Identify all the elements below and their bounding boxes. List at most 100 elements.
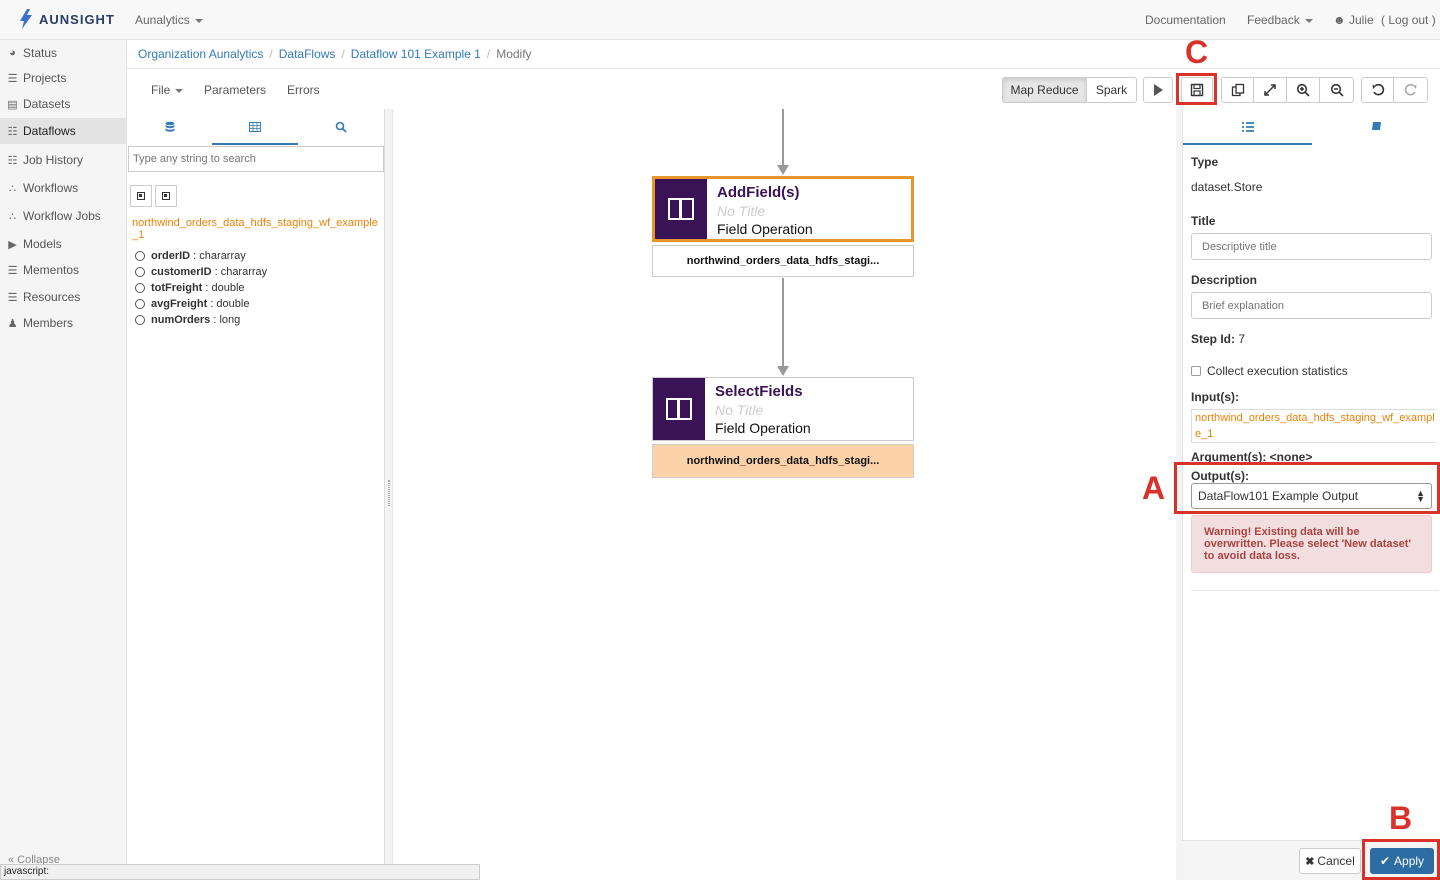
sidebar-item-members[interactable]: ♟ Members: [0, 310, 127, 336]
database-icon: [165, 121, 174, 132]
sidebar-item-status[interactable]: ◕ Status: [0, 40, 127, 66]
redo-button[interactable]: [1393, 77, 1428, 103]
title-input[interactable]: [1191, 233, 1432, 260]
tab-search[interactable]: [298, 109, 383, 145]
user-icon: ☻: [1333, 13, 1346, 27]
top-navbar: AUNSIGHT Aunalytics Documentation Feedba…: [0, 0, 1440, 40]
radio-icon[interactable]: [135, 283, 145, 293]
collapse-icon: [162, 192, 170, 200]
expand-all-button[interactable]: [130, 185, 152, 207]
active-tab-indicator: [212, 143, 298, 145]
node-title: AddField(s): [717, 184, 800, 201]
run-button[interactable]: [1143, 77, 1173, 103]
radio-icon[interactable]: [135, 267, 145, 277]
list-icon: [1241, 121, 1254, 132]
annotation-label-c: C: [1185, 34, 1209, 70]
field-operation-icon: [655, 179, 707, 239]
node-addfields[interactable]: AddField(s) No Title Field Operation: [652, 176, 914, 242]
sidebar-item-dataflows[interactable]: ☷ Dataflows: [0, 118, 127, 144]
users-icon: ♟: [7, 317, 18, 330]
tab-properties[interactable]: [1183, 109, 1312, 144]
breadcrumb-org[interactable]: Organization Aunalytics: [138, 47, 263, 61]
logo-icon: [20, 9, 32, 29]
play-icon: [1154, 84, 1163, 96]
copy-button[interactable]: [1221, 77, 1254, 103]
field-row[interactable]: numOrders : long: [135, 314, 240, 326]
list-icon: ☰: [7, 264, 18, 277]
breadcrumb-dataflows[interactable]: DataFlows: [279, 47, 336, 61]
tab-docs[interactable]: [1312, 109, 1440, 144]
arrow-head-icon: [777, 366, 789, 376]
tab-datasets[interactable]: [127, 109, 212, 145]
node-title: SelectFields: [715, 383, 803, 400]
sidebar-item-workflows[interactable]: ∴ Workflows: [0, 175, 127, 201]
spark-button[interactable]: Spark: [1086, 77, 1137, 103]
sidebar-item-mementos[interactable]: ☰ Mementos: [0, 257, 127, 283]
file-menu[interactable]: File: [151, 83, 184, 97]
annotation-box-b: [1362, 839, 1440, 880]
map-reduce-button[interactable]: Map Reduce: [1002, 77, 1087, 103]
sidebar-item-job-history[interactable]: ☷ Job History: [0, 147, 127, 173]
dataflow-canvas[interactable]: AddField(s) No Title Field Operation nor…: [394, 109, 1175, 880]
chevron-down-icon: [194, 18, 203, 23]
errors-tab[interactable]: Errors: [287, 83, 320, 97]
file-icon: ▤: [7, 98, 18, 111]
node-output-label[interactable]: northwind_orders_data_hdfs_stagi...: [652, 245, 914, 277]
sidebar-item-datasets[interactable]: ▤ Datasets: [0, 91, 127, 117]
breadcrumb: Organization Aunalytics / DataFlows / Data…: [138, 47, 532, 61]
node-subtitle: No Title: [717, 203, 766, 219]
feedback-menu[interactable]: Feedback: [1247, 13, 1313, 27]
fit-view-button[interactable]: [1253, 77, 1287, 103]
field-row[interactable]: orderID : chararray: [135, 250, 246, 262]
input-dataset-link[interactable]: northwind_orders_data_hdfs_staging_wf_ex…: [1191, 409, 1436, 443]
tab-schema[interactable]: [212, 109, 297, 145]
user-name: Julie: [1348, 13, 1374, 27]
sidebar-item-projects[interactable]: ☰ Projects: [0, 65, 127, 91]
zoom-out-button[interactable]: [1319, 77, 1354, 103]
radio-icon[interactable]: [135, 299, 145, 309]
logout-link[interactable]: ( Log out ): [1381, 13, 1436, 27]
undo-button[interactable]: [1361, 77, 1394, 103]
org-menu[interactable]: Aunalytics: [135, 13, 203, 27]
annotation-label-b: B: [1389, 800, 1413, 836]
aunsight-logo[interactable]: AUNSIGHT: [18, 9, 115, 29]
sidebar-item-resources[interactable]: ☰ Resources: [0, 284, 127, 310]
node-output-label-selected[interactable]: northwind_orders_data_hdfs_stagi...: [652, 444, 914, 478]
parameters-tab[interactable]: Parameters: [204, 83, 266, 97]
chevron-down-icon: [175, 88, 184, 93]
radio-icon[interactable]: [135, 251, 145, 261]
user-menu[interactable]: ☻ Julie ( Log out ): [1333, 13, 1436, 27]
schema-search-input[interactable]: [128, 146, 384, 172]
type-value: dataset.Store: [1191, 180, 1263, 194]
expand-icon: [1264, 84, 1276, 96]
field-row[interactable]: totFreight : double: [135, 282, 245, 294]
dashboard-icon: ◕: [9, 47, 16, 59]
type-label: Type: [1191, 155, 1219, 169]
zoom-in-button[interactable]: [1286, 77, 1320, 103]
sidebar-item-models[interactable]: ▶ Models: [0, 231, 127, 257]
expand-icon: [137, 192, 145, 200]
node-selectfields[interactable]: SelectFields No Title Field Operation: [652, 377, 914, 441]
field-row[interactable]: avgFreight : double: [135, 298, 249, 310]
description-input[interactable]: [1191, 292, 1432, 319]
close-icon: ✖: [1305, 855, 1315, 868]
flow-icon: ∴: [9, 182, 16, 195]
field-row[interactable]: customerID : chararray: [135, 266, 267, 278]
collapse-all-button[interactable]: [155, 185, 177, 207]
annotation-label-a: A: [1142, 470, 1166, 506]
cancel-button[interactable]: ✖ Cancel: [1299, 848, 1361, 874]
play-icon: ▶: [8, 238, 17, 251]
table-icon: [248, 122, 261, 132]
breadcrumb-dataflow[interactable]: Dataflow 101 Example 1: [351, 47, 481, 61]
sidebar-item-workflow-jobs[interactable]: ∴ Workflow Jobs: [0, 203, 127, 229]
annotation-box-c: [1176, 73, 1217, 105]
documentation-link[interactable]: Documentation: [1145, 13, 1226, 27]
collect-stats-checkbox[interactable]: [1191, 366, 1201, 376]
flow-icon: ∴: [9, 210, 16, 223]
drag-handle-icon[interactable]: [388, 480, 390, 506]
edge-line: [782, 278, 784, 368]
radio-icon[interactable]: [135, 315, 145, 325]
collect-stats-label: Collect execution statistics: [1207, 364, 1348, 378]
title-label: Title: [1191, 214, 1216, 228]
dataset-name-link[interactable]: northwind_orders_data_hdfs_staging_wf_ex…: [132, 217, 382, 241]
